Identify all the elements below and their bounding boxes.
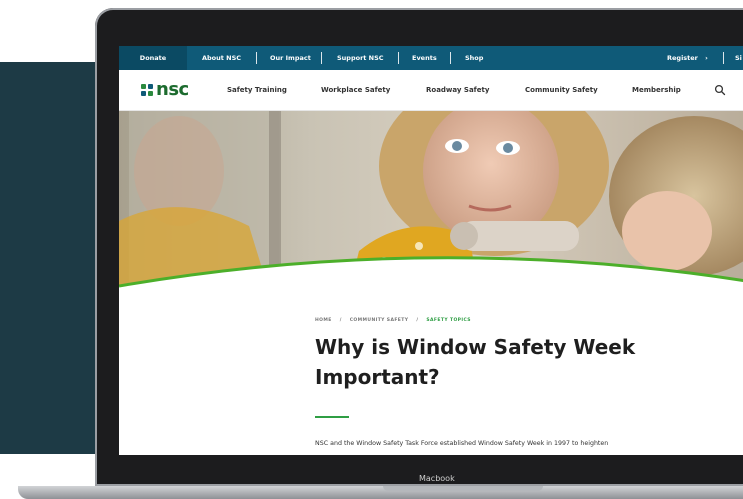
support-nsc-link[interactable]: Support NSC — [337, 46, 384, 70]
nsc-logo[interactable]: nsc — [141, 79, 189, 101]
hero-image — [119, 111, 743, 291]
donate-link[interactable]: Donate — [119, 46, 187, 70]
main-nav: nsc Safety Training Workplace Safety Roa… — [119, 70, 743, 111]
page-title: Why is Window Safety Week Important? — [315, 335, 636, 389]
utility-divider — [256, 52, 257, 64]
breadcrumb-community-safety[interactable]: COMMUNITY SAFETY — [350, 318, 409, 323]
device-label: Macbook — [419, 474, 455, 483]
nav-membership[interactable]: Membership — [632, 70, 681, 110]
utility-divider — [321, 52, 322, 64]
laptop-base — [18, 486, 743, 499]
utility-divider — [398, 52, 399, 64]
nav-safety-training[interactable]: Safety Training — [227, 70, 287, 110]
register-label: Register — [667, 54, 698, 62]
logo-text: nsc — [156, 79, 189, 100]
breadcrumb: HOME / COMMUNITY SAFETY / SAFETY TOPICS — [315, 318, 471, 323]
events-link[interactable]: Events — [412, 46, 437, 70]
breadcrumb-safety-topics[interactable]: SAFETY TOPICS — [426, 318, 470, 323]
utility-divider — [450, 52, 451, 64]
page: Donate About NSC Our Impact Support NSC … — [0, 0, 743, 499]
our-impact-link[interactable]: Our Impact — [270, 46, 311, 70]
sign-in-link[interactable]: Si — [735, 46, 742, 70]
utility-bar: Donate About NSC Our Impact Support NSC … — [119, 46, 743, 70]
title-divider — [315, 416, 349, 418]
browser-screen: Donate About NSC Our Impact Support NSC … — [119, 46, 743, 455]
search-icon[interactable] — [714, 84, 726, 96]
register-link[interactable]: Register › — [667, 46, 708, 70]
shop-link[interactable]: Shop — [465, 46, 483, 70]
nav-roadway-safety[interactable]: Roadway Safety — [426, 70, 489, 110]
nav-community-safety[interactable]: Community Safety — [525, 70, 598, 110]
breadcrumb-separator: / — [339, 318, 342, 323]
about-nsc-link[interactable]: About NSC — [202, 46, 241, 70]
utility-divider — [723, 52, 724, 64]
article-intro: NSC and the Window Safety Task Force est… — [315, 440, 609, 447]
logo-mark-icon — [141, 84, 153, 96]
breadcrumb-home[interactable]: HOME — [315, 318, 332, 323]
nav-workplace-safety[interactable]: Workplace Safety — [321, 70, 390, 110]
chevron-right-icon: › — [705, 54, 708, 62]
breadcrumb-separator: / — [416, 318, 419, 323]
laptop-notch — [383, 486, 543, 491]
